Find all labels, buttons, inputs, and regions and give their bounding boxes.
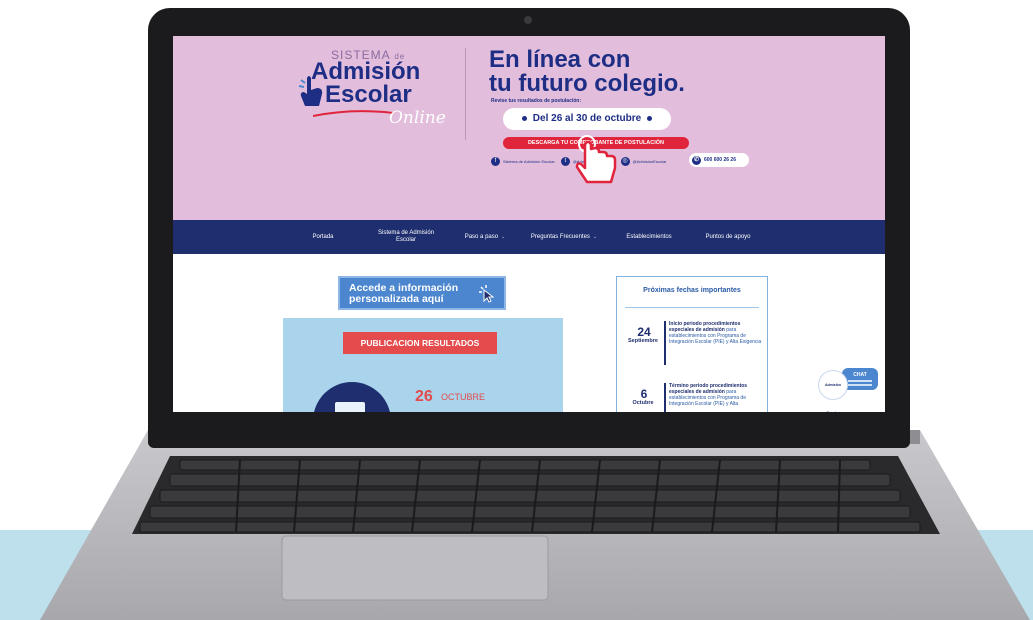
click-hand-cursor-icon bbox=[575, 135, 617, 184]
dates-divider bbox=[625, 307, 759, 308]
event-day: 6 bbox=[640, 387, 648, 401]
logo-swoosh bbox=[313, 110, 393, 117]
important-dates-panel: Próximas fechas importantes 24 Septiembr… bbox=[616, 276, 768, 412]
phone-icon: ✆ bbox=[692, 155, 701, 165]
hero-banner: SISTEMA de Admisión Escolar Online En lí… bbox=[173, 36, 885, 220]
twitter-icon: t bbox=[560, 156, 570, 166]
social-facebook[interactable]: f Sistema de Admisión Escolar bbox=[491, 156, 555, 166]
facebook-icon: f bbox=[491, 156, 500, 166]
date-range-pill: Del 26 al 30 de octubre bbox=[503, 108, 671, 130]
nav-item-sistema[interactable]: Sistema de Admisión Escolar bbox=[369, 220, 443, 254]
results-banner: PUBLICACION RESULTADOS bbox=[343, 332, 497, 354]
dates-panel-title: Próximas fechas importantes bbox=[643, 287, 741, 294]
chevron-down-icon: ⌄ bbox=[592, 233, 598, 240]
personalized-info-button[interactable]: Accede a información personalizada aquí bbox=[338, 276, 506, 310]
nav-item-puntos-de-apoyo[interactable]: Puntos de apoyo bbox=[693, 220, 763, 254]
nav-item-preguntas[interactable]: Preguntas Frecuentes ⌄ bbox=[523, 220, 605, 254]
event-bar bbox=[664, 383, 666, 412]
results-month: OCTUBRE bbox=[441, 392, 486, 402]
chat-widget[interactable]: CHAT Admisión Escolar bbox=[818, 366, 882, 412]
monitor-screen-icon bbox=[335, 402, 365, 412]
hero-title: En línea con tu futuro colegio. bbox=[489, 46, 685, 97]
hero-subtitle: Revise tus resultados de postulación: bbox=[491, 98, 582, 104]
bullet-icon bbox=[521, 115, 527, 121]
main-nav: Portada Sistema de Admisión Escolar Paso… bbox=[173, 220, 885, 254]
results-card[interactable]: PUBLICACION RESULTADOS 26 OCTUBRE bbox=[283, 318, 563, 412]
laptop-screen: SISTEMA de Admisión Escolar Online En lí… bbox=[173, 36, 885, 412]
chat-brand-logo: Admisión Escolar bbox=[818, 370, 848, 412]
event-month: Septiembre bbox=[628, 338, 658, 344]
logo-line-admision: Admisión bbox=[311, 58, 421, 85]
hero-divider bbox=[465, 48, 466, 140]
click-cursor-icon bbox=[479, 285, 495, 303]
nav-item-paso-a-paso[interactable]: Paso a paso ⌄ bbox=[453, 220, 517, 254]
nav-item-portada[interactable]: Portada bbox=[293, 220, 353, 254]
event-month: Octubre bbox=[632, 400, 654, 406]
results-day: 26 bbox=[415, 388, 433, 405]
logo-line-escolar: Escolar bbox=[325, 81, 412, 108]
event-bar bbox=[664, 321, 666, 365]
webcam bbox=[524, 16, 532, 24]
phone-link[interactable]: ✆ 600 600 26 26 bbox=[689, 153, 749, 167]
event-description: Término periodo procedimientos especiale… bbox=[669, 383, 748, 407]
bullet-icon bbox=[647, 115, 653, 121]
event-day: 24 bbox=[637, 325, 651, 339]
chevron-down-icon: ⌄ bbox=[501, 233, 506, 240]
laptop-keyboard-base bbox=[40, 430, 1030, 620]
event-description: Inicio periodo procedimientos especiales… bbox=[669, 321, 762, 345]
logo-wordmark[interactable]: Admisión Escolar bbox=[311, 58, 421, 108]
logo-online-text: Online bbox=[389, 108, 446, 128]
nav-item-establecimientos[interactable]: Establecimientos bbox=[613, 220, 685, 254]
